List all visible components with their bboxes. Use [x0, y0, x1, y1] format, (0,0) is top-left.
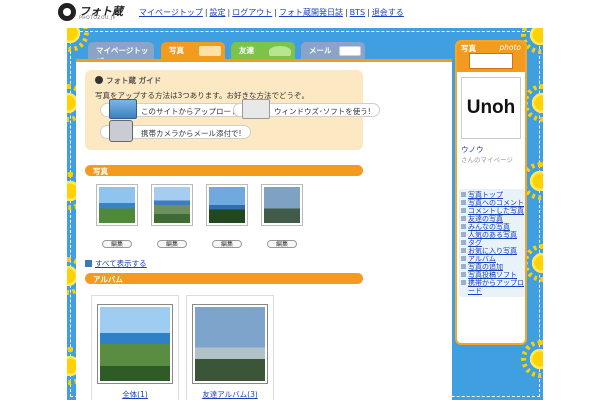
sun-decoration-icon: [67, 28, 83, 46]
edit-button[interactable]: 編集: [102, 240, 132, 248]
top-bar: フォト蔵 PHOTOZOU.JP マイページトップ | 設定 | ログアウト | フォト蔵開…: [0, 0, 610, 26]
software-window-icon: [242, 99, 270, 119]
upload-from-site-button[interactable]: このサイトからアップロード: [100, 99, 248, 119]
sidebar-item-albums[interactable]: アルバム: [459, 255, 525, 263]
edit-button[interactable]: 編集: [157, 240, 187, 248]
album-section-heading: アルバム: [85, 273, 363, 284]
photo-section-heading: 写真: [85, 165, 363, 176]
tab-label: 友達: [239, 46, 254, 55]
sidebar-header: 写真 photo: [457, 42, 525, 72]
site-logo[interactable]: フォト蔵 PHOTOZOU.JP: [58, 3, 124, 23]
sidebar-item-favorites[interactable]: お気に入り写真: [459, 247, 525, 255]
photo-thumbnail[interactable]: [261, 184, 303, 226]
nav-settings[interactable]: 設定: [210, 8, 226, 17]
photo-thumbnail[interactable]: [151, 184, 193, 226]
nav-mypage-top[interactable]: マイページトップ: [139, 8, 203, 17]
tab-mail[interactable]: メール: [301, 42, 365, 59]
edit-button[interactable]: 編集: [267, 240, 297, 248]
sun-decoration-icon: [527, 168, 543, 194]
sidebar-item-friends-photos[interactable]: 友達の写真: [459, 215, 525, 223]
guide-title: フォト蔵 ガイド: [95, 75, 161, 86]
sidebar-item-mobile-upload[interactable]: 携帯からアップロード: [459, 279, 525, 295]
sidebar-item-commented-photos[interactable]: コメントした写真: [459, 207, 525, 215]
album-cover: [192, 304, 268, 384]
show-all-label: すべて表示する: [95, 259, 147, 268]
sidebar-item-everyone-photos[interactable]: みんなの写真: [459, 223, 525, 231]
sidebar-title-en: photo: [499, 43, 521, 52]
upload-guide: フォト蔵 ガイド 写真をアップする方法は3つあります。お好きな方法でどうぞ。 こ…: [85, 70, 380, 150]
sun-decoration-icon: [529, 250, 543, 276]
sidebar-item-add-photo[interactable]: 写真の追加: [459, 263, 525, 271]
show-all-photos-link[interactable]: すべて表示する: [85, 258, 147, 269]
button-label: ウィンドウズ･ソフトを使う!: [274, 107, 371, 116]
photo-thumbnail[interactable]: [96, 184, 138, 226]
album-card[interactable]: 全体(1): [91, 295, 179, 400]
mobile-mail-button[interactable]: 携帯カメラからメール添付で!: [100, 120, 251, 142]
sidebar-item-upload-software[interactable]: 写真投稿ソフト: [459, 271, 525, 279]
photo-frame-icon: [469, 53, 513, 69]
avatar[interactable]: Unoh: [461, 77, 521, 139]
album-card[interactable]: 友達アルバム(3): [186, 295, 274, 400]
mail-tab-icon: [339, 46, 361, 56]
album-link[interactable]: 友達アルバム(3): [187, 389, 273, 400]
album-cover: [97, 304, 173, 384]
nav-dev-diary[interactable]: フォト蔵開発日誌: [279, 8, 343, 17]
logo-subtext: PHOTOZOU.JP: [79, 16, 116, 21]
sidebar-menu: 写真トップ 写真へのコメント コメントした写真 友達の写真 みんなの写真 人気の…: [459, 189, 525, 297]
nav-bts[interactable]: BTS: [350, 8, 365, 17]
top-nav: マイページトップ | 設定 | ログアウト | フォト蔵開発日誌 | BTS | 退会する: [139, 8, 404, 17]
sun-decoration-icon: [527, 346, 543, 372]
tab-friends[interactable]: 友達: [231, 42, 295, 59]
sidebar-item-popular-photos[interactable]: 人気のある写真: [459, 231, 525, 239]
sidebar: 写真 photo Unoh ウノウ さんのマイページ 写真トップ 写真へのコメン…: [455, 40, 527, 345]
user-subtitle: さんのマイページ: [461, 156, 513, 164]
tab-label: 写真: [169, 46, 184, 55]
friends-tab-icon: [269, 46, 291, 56]
windows-software-button[interactable]: ウィンドウズ･ソフトを使う!: [233, 99, 380, 119]
sidebar-item-tags[interactable]: タグ: [459, 239, 525, 247]
sun-decoration-icon: [527, 28, 543, 48]
computer-icon: [109, 99, 137, 119]
tab-photo[interactable]: 写真: [161, 42, 225, 59]
button-label: このサイトからアップロード: [141, 107, 239, 116]
sidebar-item-photo-top[interactable]: 写真トップ: [459, 191, 525, 199]
main-panel: フォト蔵 ガイド 写真をアップする方法は3つあります。お好きな方法でどうぞ。 こ…: [76, 59, 452, 400]
album-link[interactable]: 全体(1): [92, 389, 178, 400]
nav-withdraw[interactable]: 退会する: [372, 8, 404, 17]
arrow-icon: [85, 260, 92, 267]
logo-mark-icon: [58, 3, 76, 21]
tab-label: メール: [309, 46, 332, 55]
photo-tab-icon: [199, 46, 221, 56]
photo-thumbnail[interactable]: [206, 184, 248, 226]
button-label: 携帯カメラからメール添付で!: [141, 129, 242, 138]
nav-logout[interactable]: ログアウト: [232, 8, 272, 17]
tab-mypage-top[interactable]: マイページトップ: [88, 42, 154, 66]
sun-decoration-icon: [529, 90, 543, 116]
mobile-phone-icon: [109, 120, 133, 142]
edit-button[interactable]: 編集: [212, 240, 242, 248]
sidebar-item-photo-comments[interactable]: 写真へのコメント: [459, 199, 525, 207]
